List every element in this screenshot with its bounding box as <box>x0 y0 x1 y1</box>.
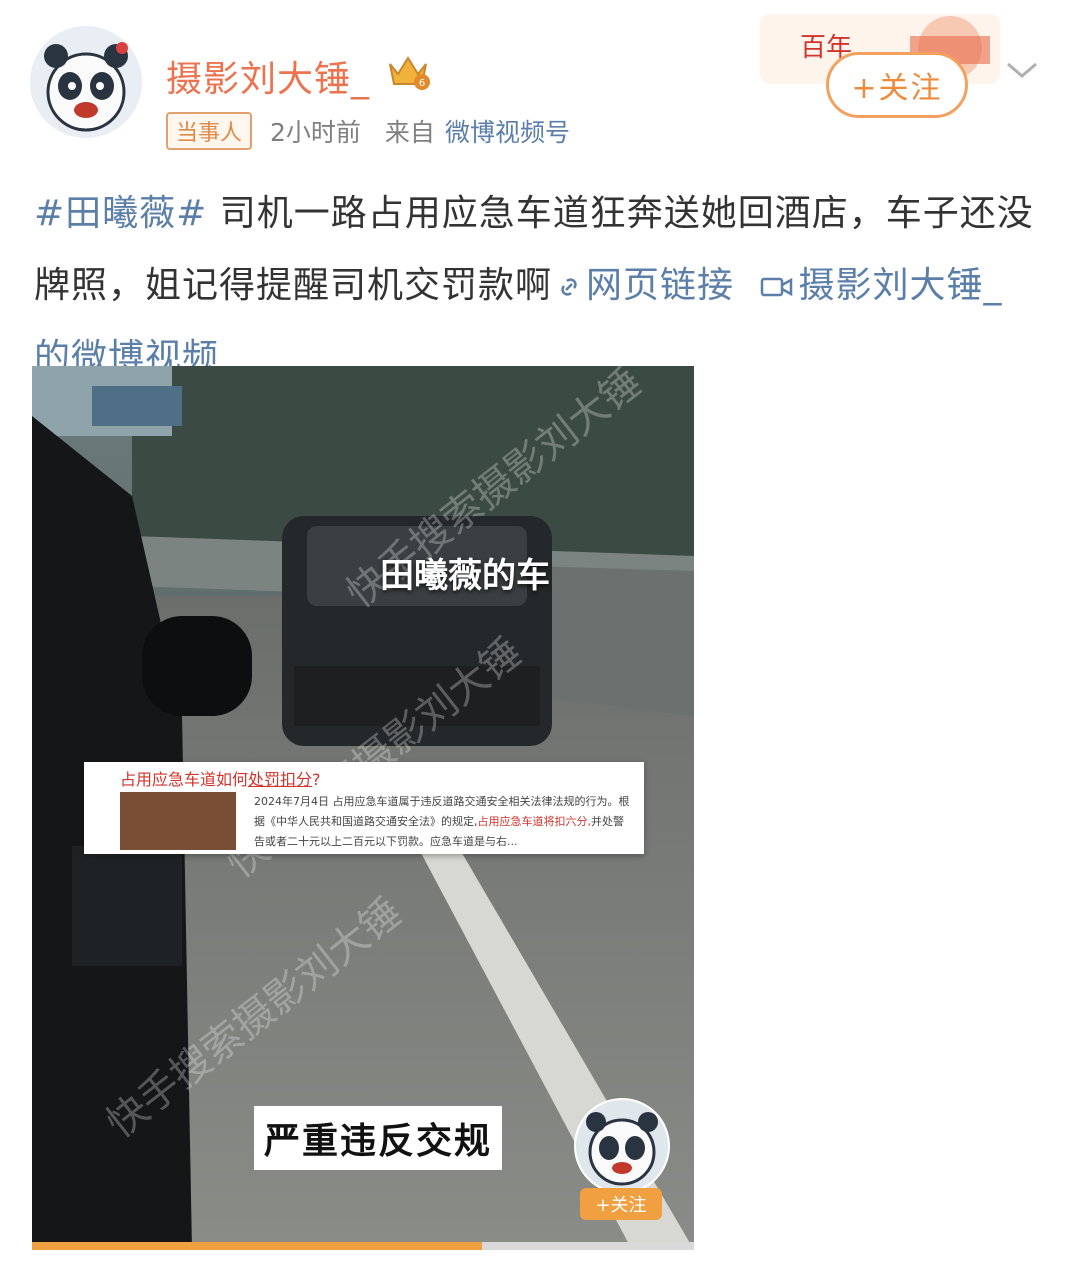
video-progress-bar[interactable] <box>32 1242 694 1250</box>
chevron-down-icon[interactable] <box>1004 58 1040 82</box>
vip-crown-icon[interactable]: 6 <box>384 50 432 92</box>
video-caption: 严重违反交规 <box>254 1106 503 1170</box>
panda-avatar-icon <box>30 26 142 138</box>
post-meta: 当事人 2小时前 来自 微博视频号 <box>166 112 570 150</box>
post-time: 2小时前 <box>270 118 361 147</box>
video-progress-fill <box>32 1242 483 1250</box>
source-label: 来自 <box>384 118 435 147</box>
web-link[interactable]: 网页链接 <box>552 265 734 306</box>
link-icon <box>561 278 577 296</box>
username[interactable]: 摄影刘大锤_ <box>166 50 370 102</box>
news-thumbnail <box>120 792 236 850</box>
svg-text:6: 6 <box>419 78 425 89</box>
source-link[interactable]: 微博视频号 <box>445 113 570 149</box>
news-body: 2024年7月4日 占用应急车道属于违反道路交通安全相关法律法规的行为。根据《中… <box>254 795 630 848</box>
video-author-avatar[interactable] <box>574 1098 670 1194</box>
user-avatar[interactable] <box>30 26 142 138</box>
video-follow-button[interactable]: +关注 <box>580 1188 662 1220</box>
post-content: #田曦薇# 司机一路占用应急车道狂奔送她回酒店，车子还没牌照，姐记得提醒司机交罚… <box>34 178 1034 394</box>
panda-avatar-icon <box>586 1112 658 1186</box>
news-card: 占用应急车道如何处罚扣分? 2024年7月4日 占用应急车道属于违反道路交通安全… <box>84 762 644 854</box>
car-label: 田曦薇的车 <box>380 556 550 596</box>
web-link-label: 网页链接 <box>586 265 735 306</box>
hashtag-link[interactable]: #田曦薇# <box>34 193 207 234</box>
follow-button[interactable]: +关注 <box>826 52 968 118</box>
role-tag: 当事人 <box>166 112 253 150</box>
news-headline: 占用应急车道如何处罚扣分? <box>120 770 321 789</box>
video-camera-icon <box>761 277 793 297</box>
